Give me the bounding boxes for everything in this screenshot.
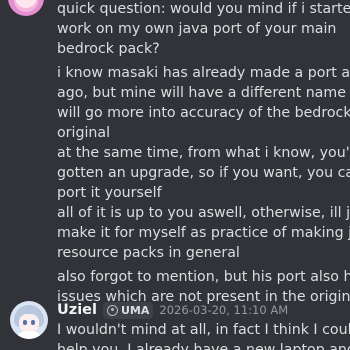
server-tag-badge[interactable]: UMA	[103, 301, 154, 319]
message-line: make it for myself as practice of making…	[57, 225, 350, 241]
message-line: original	[57, 125, 111, 141]
timestamp: 2026-03-20, 11:10 AM	[159, 303, 289, 317]
message-line: also forgot to mention, but his port als…	[57, 269, 350, 285]
server-tag-icon	[107, 304, 118, 316]
message-content: quick question: would you mind if i star…	[57, 0, 350, 307]
avatar-face	[19, 314, 39, 332]
message-line: port it yourself	[57, 185, 162, 201]
server-tag-label: UMA	[121, 303, 150, 317]
avatar-eye	[31, 320, 35, 325]
avatar-eye	[23, 320, 27, 325]
message-line: gotten an upgrade, so if you want, you c…	[57, 165, 350, 181]
avatar[interactable]	[10, 301, 48, 339]
avatar-body	[16, 331, 42, 339]
message-line: will go more into accuracy of the bedroc…	[57, 105, 350, 121]
avatar-face	[15, 0, 37, 8]
message-line: all of it is up to you aswell, otherwise…	[57, 205, 350, 221]
message-content: I wouldn't mind at all, in fact I think …	[57, 320, 350, 350]
message-line: I wouldn't mind at all, in fact I think …	[57, 322, 350, 338]
message-line: quick question: would you mind if i star…	[57, 1, 350, 17]
message-line: bedrock pack?	[57, 41, 160, 57]
message-line: at the same time, from what i know, you'…	[57, 145, 350, 161]
message-line: ago, but mine will have a different name…	[57, 85, 350, 101]
message-line: i know masaki has already made a port a …	[57, 65, 350, 81]
username[interactable]: Uziel	[57, 302, 97, 318]
message-line: resource packs in general	[57, 245, 240, 261]
message-header: Uziel UMA 2026-03-20, 11:10 AM	[57, 300, 288, 320]
chat-log: quick question: would you mind if i star…	[0, 0, 350, 350]
avatar[interactable]	[8, 0, 44, 16]
message-line: work on my own java port of your main	[57, 21, 337, 37]
message-line: help you, I already have a new laptop an…	[57, 342, 350, 350]
